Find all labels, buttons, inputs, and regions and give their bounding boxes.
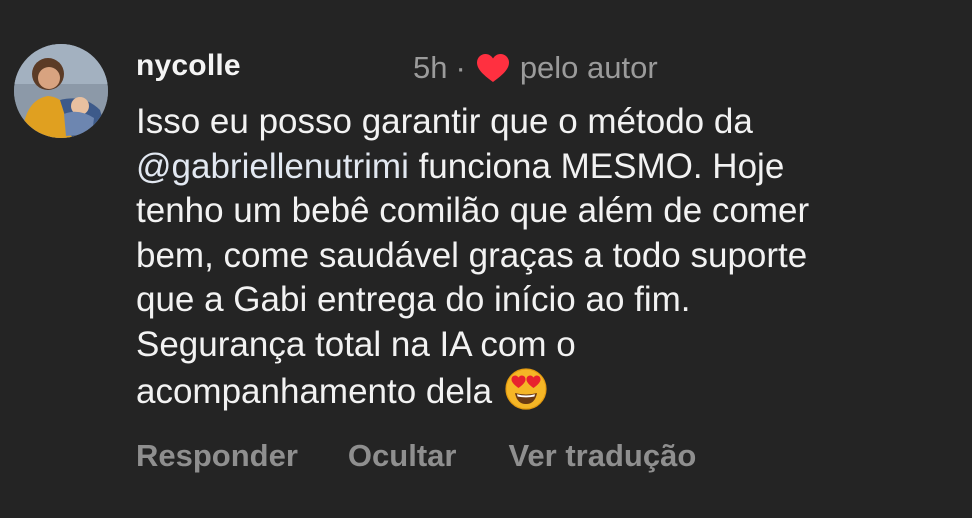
avatar[interactable]: [14, 44, 108, 138]
comment-actions: Responder Ocultar Ver tradução: [136, 438, 696, 474]
comment-text-segment: bem, come saudável graças a todo suporte: [136, 235, 808, 275]
username[interactable]: nycolle: [136, 49, 241, 83]
comment-text: Isso eu posso garantir que o método da @…: [136, 100, 966, 412]
comment-line: Isso eu posso garantir que o método da: [136, 100, 966, 145]
see-translation-button[interactable]: Ver tradução: [508, 438, 696, 474]
liked-by-author-label: pelo autor: [519, 50, 658, 85]
timestamp: 5h: [413, 50, 448, 85]
hide-button[interactable]: Ocultar: [348, 438, 457, 474]
comment-line: bem, come saudável graças a todo suporte: [136, 234, 966, 279]
comment-line: @gabriellenutrimi funciona MESMO. Hoje: [136, 145, 966, 190]
comment-text-segment: tenho um bebê comilão que além de comer: [136, 191, 810, 230]
smiling-face-with-heart-eyes-icon: [504, 367, 548, 411]
comment-line: acompanhamento dela: [136, 367, 966, 412]
profile-photo: [14, 44, 108, 138]
comment-text-segment: acompanhamento dela: [136, 372, 493, 411]
comment-line: que a Gabi entrega do início ao fim.: [136, 278, 966, 323]
separator-dot: ·: [455, 50, 466, 85]
comment-line: Segurança total na IA com o: [136, 323, 966, 368]
comment-text-segment: Segurança total na IA com o: [136, 324, 576, 364]
heart-icon[interactable]: [476, 53, 510, 83]
comment-text-segment: Isso eu posso garantir que o método da: [136, 102, 753, 141]
comment-meta: 5h · pelo autor: [413, 49, 658, 87]
comment-text-segment: funciona MESMO. Hoje: [408, 146, 785, 186]
comment-line: tenho um bebê comilão que além de comer: [136, 189, 966, 234]
comment-text-segment: que a Gabi entrega do início ao fim.: [136, 280, 691, 319]
reply-button[interactable]: Responder: [136, 438, 298, 474]
mention-link[interactable]: @gabriellenutrimi: [136, 147, 409, 186]
